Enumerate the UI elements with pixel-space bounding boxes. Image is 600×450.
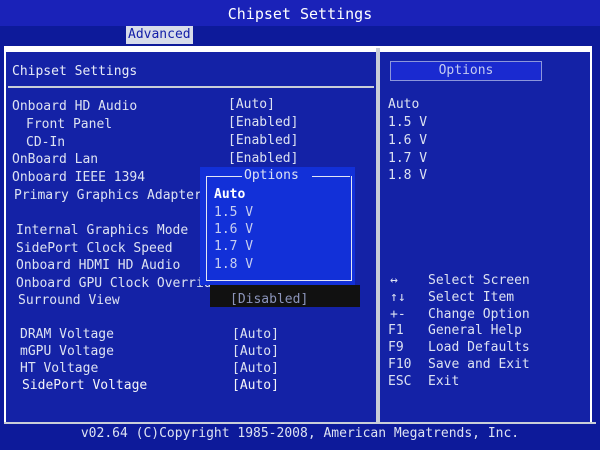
help-text-load-defaults: Load Defaults bbox=[428, 340, 530, 355]
help-text-change-option: Change Option bbox=[428, 307, 530, 322]
section-divider bbox=[8, 86, 374, 88]
options-popup-border-top-left bbox=[206, 176, 242, 177]
help-key-save-exit: F10 bbox=[388, 357, 412, 372]
setting-label-onboard-lan[interactable]: OnBoard Lan bbox=[12, 152, 98, 167]
setting-value-mgpu-voltage[interactable]: [Auto] bbox=[232, 344, 279, 359]
setting-label-front-panel[interactable]: Front Panel bbox=[26, 117, 112, 132]
panel-bottom-border bbox=[4, 422, 596, 424]
help-key-load-defaults: F9 bbox=[388, 340, 404, 355]
help-text-select-item: Select Item bbox=[428, 290, 515, 305]
options-popup-title: Options bbox=[244, 168, 299, 183]
footer-copyright: v02.64 (C)Copyright 1985-2008, American … bbox=[0, 426, 600, 450]
setting-label-onboard-hd-audio[interactable]: Onboard HD Audio bbox=[12, 99, 137, 114]
setting-value-ht-voltage[interactable]: [Auto] bbox=[232, 361, 279, 376]
up-down-arrow-icon: ↑↓ bbox=[390, 290, 406, 305]
popup-option-1-5v[interactable]: 1.5 V bbox=[214, 205, 253, 220]
tab-bar: Advanced bbox=[0, 26, 600, 44]
left-right-arrow-icon: ↔ bbox=[390, 273, 398, 288]
setting-value-front-panel[interactable]: [Enabled] bbox=[228, 115, 298, 130]
setting-label-sideport-voltage[interactable]: SidePort Voltage bbox=[22, 378, 147, 393]
options-popup-border-top-right bbox=[312, 176, 350, 177]
help-text-select-screen: Select Screen bbox=[428, 273, 530, 288]
options-list-item: 1.6 V bbox=[388, 133, 428, 148]
options-list-item: 1.8 V bbox=[388, 168, 428, 183]
setting-value-dram-voltage[interactable]: [Auto] bbox=[232, 327, 279, 342]
setting-value-onboard-lan[interactable]: [Enabled] bbox=[228, 151, 298, 166]
popup-option-1-8v[interactable]: 1.8 V bbox=[214, 257, 253, 272]
section-title: Chipset Settings bbox=[12, 64, 138, 79]
setting-label-sideport-clock[interactable]: SidePort Clock Speed bbox=[16, 241, 173, 256]
setting-label-primary-graphics[interactable]: Primary Graphics Adapter bbox=[14, 188, 202, 203]
setting-value-onboard-hd-audio[interactable]: [Auto] bbox=[228, 97, 275, 112]
popup-option-auto[interactable]: Auto bbox=[214, 187, 245, 202]
help-key-general-help: F1 bbox=[388, 323, 404, 338]
options-list-item: 1.5 V bbox=[388, 115, 428, 130]
help-key-select-item: ↑↓ bbox=[390, 290, 414, 305]
setting-label-onboard-hdmi-audio[interactable]: Onboard HDMI HD Audio bbox=[16, 258, 180, 273]
setting-label-cd-in[interactable]: CD-In bbox=[26, 135, 65, 150]
options-list-item: Auto bbox=[388, 97, 420, 112]
help-text-exit: Exit bbox=[428, 374, 460, 389]
setting-value-sideport-voltage[interactable]: [Auto] bbox=[232, 378, 279, 393]
help-text-save-exit: Save and Exit bbox=[428, 357, 530, 372]
window-title: Chipset Settings bbox=[0, 0, 600, 26]
setting-label-internal-graphics-mode[interactable]: Internal Graphics Mode bbox=[16, 223, 188, 238]
help-key-exit: ESC bbox=[388, 374, 412, 389]
help-text-general-help: General Help bbox=[428, 323, 522, 338]
options-list-item: 1.7 V bbox=[388, 151, 428, 166]
tab-advanced[interactable]: Advanced bbox=[126, 26, 193, 44]
setting-label-gpu-clock-override[interactable]: Onboard GPU Clock Override bbox=[16, 276, 220, 291]
setting-label-onboard-ieee1394[interactable]: Onboard IEEE 1394 bbox=[12, 170, 145, 185]
setting-value-cd-in[interactable]: [Enabled] bbox=[228, 133, 298, 148]
setting-label-mgpu-voltage[interactable]: mGPU Voltage bbox=[20, 344, 114, 359]
popup-option-1-6v[interactable]: 1.6 V bbox=[214, 222, 253, 237]
setting-label-ht-voltage[interactable]: HT Voltage bbox=[20, 361, 98, 376]
options-panel-title: Options bbox=[390, 61, 542, 81]
popup-option-1-7v[interactable]: 1.7 V bbox=[214, 239, 253, 254]
setting-value-surround-view[interactable]: [Disabled] bbox=[230, 292, 308, 307]
help-key-change-option: +- bbox=[390, 307, 406, 322]
setting-label-dram-voltage[interactable]: DRAM Voltage bbox=[20, 327, 114, 342]
help-key-select-screen: ↔ bbox=[390, 273, 414, 288]
setting-label-surround-view[interactable]: Surround View bbox=[18, 293, 120, 308]
panel-divider bbox=[376, 48, 380, 422]
